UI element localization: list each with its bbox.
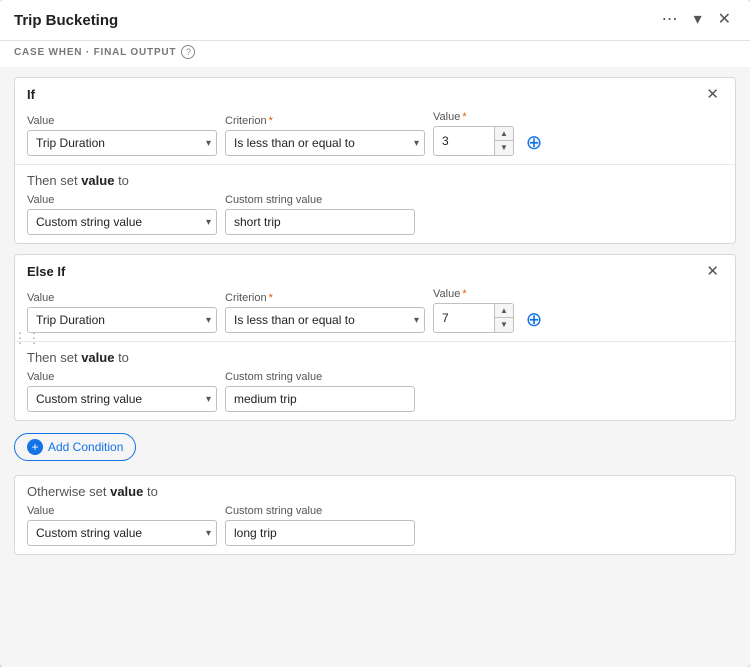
else-if-then-row: Value Custom string value ▾ Custom strin… [27, 371, 723, 412]
else-if-criterion-required: * [269, 292, 273, 304]
close-icon: ✕ [706, 263, 719, 280]
else-if-then-value-select-wrapper: Custom string value ▾ [27, 386, 217, 412]
close-modal-button[interactable]: ✕ [713, 10, 736, 30]
else-if-value-increment-button[interactable]: ▲ [495, 304, 513, 318]
else-if-card-label: Else If [27, 264, 65, 279]
if-add-condition-button[interactable]: ⊕ [522, 128, 546, 156]
else-if-condition-row: Value Trip Duration Custom string value … [15, 284, 735, 341]
if-then-value-field-group: Value Custom string value ▾ [27, 194, 217, 235]
else-if-criterion-field-group: Criterion* Is less than or equal to Is g… [225, 292, 425, 333]
plus-circle-icon: ⊕ [526, 307, 543, 332]
otherwise-row: Value Custom string value ▾ Custom strin… [27, 505, 723, 546]
otherwise-value-select-wrapper: Custom string value ▾ [27, 520, 217, 546]
else-if-criterion-label: Criterion* [225, 292, 425, 304]
if-then-label: Then set value to [27, 173, 723, 188]
modal-header: Trip Bucketing ⋯ ▾ ✕ [0, 0, 750, 41]
more-options-button[interactable]: ⋯ [657, 10, 683, 30]
else-if-then-value-label: Value [27, 371, 217, 383]
if-value-input-wrapper: ▲ ▼ [433, 126, 514, 156]
if-criterion-field-group: Criterion* Is less than or equal to Is g… [225, 115, 425, 156]
otherwise-text-input[interactable] [225, 520, 415, 546]
if-then-custom-label: Custom string value [225, 194, 415, 206]
otherwise-value-select[interactable]: Custom string value [27, 520, 217, 546]
if-value-decrement-button[interactable]: ▼ [495, 141, 513, 155]
otherwise-section: Otherwise set value to Value Custom stri… [14, 475, 736, 555]
plus-circle-icon: ⊕ [526, 130, 543, 155]
else-if-then-value-select[interactable]: Custom string value [27, 386, 217, 412]
otherwise-value-label: Value [27, 505, 217, 517]
else-if-value-stepper: ▲ ▼ [494, 304, 513, 332]
if-then-text-input[interactable] [225, 209, 415, 235]
modal-body: If ✕ Value Trip Duration Custom string v… [0, 67, 750, 667]
add-condition-label: Add Condition [48, 440, 123, 454]
if-criterion-select-wrapper: Is less than or equal to Is greater than… [225, 130, 425, 156]
else-if-value-input-wrapper: ▲ ▼ [433, 303, 514, 333]
else-if-value-select[interactable]: Trip Duration Custom string value [27, 307, 217, 333]
else-if-then-text-input[interactable] [225, 386, 415, 412]
add-condition-row: + Add Condition [14, 431, 736, 463]
else-if-value-decrement-button[interactable]: ▼ [495, 318, 513, 332]
if-value-stepper: ▲ ▼ [494, 127, 513, 155]
if-then-value-select-wrapper: Custom string value ▾ [27, 209, 217, 235]
collapse-button[interactable]: ▾ [689, 10, 707, 30]
else-if-value-select-wrapper: Trip Duration Custom string value ▾ [27, 307, 217, 333]
otherwise-custom-label: Custom string value [225, 505, 415, 517]
if-value-input[interactable] [434, 129, 494, 153]
else-if-then-custom-field-group: Custom string value [225, 371, 415, 412]
add-condition-plus-icon: + [27, 439, 43, 455]
if-card-label: If [27, 87, 35, 102]
else-if-then-label: Then set value to [27, 350, 723, 365]
else-if-then-value-field-group: Value Custom string value ▾ [27, 371, 217, 412]
if-criterion-label: Criterion* [225, 115, 425, 127]
else-if-card-header: Else If ✕ [15, 255, 735, 284]
if-value2-required: * [462, 111, 466, 123]
if-card-header: If ✕ [15, 78, 735, 107]
else-if-value2-label: Value* [433, 288, 514, 300]
else-if-add-condition-button[interactable]: ⊕ [522, 305, 546, 333]
else-if-criterion-select[interactable]: Is less than or equal to Is greater than… [225, 307, 425, 333]
if-value2-label: Value* [433, 111, 514, 123]
if-value-select[interactable]: Trip Duration Custom string value [27, 130, 217, 156]
else-if-value-input[interactable] [434, 306, 494, 330]
close-icon: ✕ [706, 86, 719, 103]
more-icon: ⋯ [662, 11, 678, 28]
else-if-card-close-button[interactable]: ✕ [702, 263, 723, 280]
otherwise-value-field-group: Value Custom string value ▾ [27, 505, 217, 546]
if-then-section: Then set value to Value Custom string va… [15, 164, 735, 243]
help-icon[interactable]: ? [181, 45, 195, 59]
otherwise-custom-field-group: Custom string value [225, 505, 415, 546]
else-if-card: ⋮⋮ Else If ✕ Value Trip Duration Custom … [14, 254, 736, 421]
else-if-criterion-select-wrapper: Is less than or equal to Is greater than… [225, 307, 425, 333]
if-criterion-select[interactable]: Is less than or equal to Is greater than… [225, 130, 425, 156]
else-if-then-section: Then set value to Value Custom string va… [15, 341, 735, 420]
if-value2-field-group: Value* ▲ ▼ [433, 111, 514, 156]
otherwise-label: Otherwise set value to [27, 484, 723, 499]
if-value-increment-button[interactable]: ▲ [495, 127, 513, 141]
if-condition-row: Value Trip Duration Custom string value … [15, 107, 735, 164]
if-value-field-group: Value Trip Duration Custom string value … [27, 115, 217, 156]
modal-title: Trip Bucketing [14, 12, 657, 29]
chevron-down-icon: ▾ [694, 11, 702, 28]
else-if-value2-required: * [462, 288, 466, 300]
if-card-close-button[interactable]: ✕ [702, 86, 723, 103]
else-if-value2-field-group: Value* ▲ ▼ [433, 288, 514, 333]
subtitle-row: CASE WHEN · FINAL OUTPUT ? [0, 41, 750, 67]
subtitle-text: CASE WHEN · FINAL OUTPUT [14, 47, 176, 58]
else-if-then-custom-label: Custom string value [225, 371, 415, 383]
if-then-value-label: Value [27, 194, 217, 206]
if-card: If ✕ Value Trip Duration Custom string v… [14, 77, 736, 244]
else-if-value-label: Value [27, 292, 217, 304]
if-then-row: Value Custom string value ▾ Custom strin… [27, 194, 723, 235]
trip-bucketing-modal: Trip Bucketing ⋯ ▾ ✕ CASE WHEN · FINAL O… [0, 0, 750, 667]
header-icons: ⋯ ▾ ✕ [657, 10, 736, 30]
close-icon: ✕ [718, 11, 731, 28]
if-then-custom-field-group: Custom string value [225, 194, 415, 235]
if-value-select-wrapper: Trip Duration Custom string value ▾ [27, 130, 217, 156]
if-value-label: Value [27, 115, 217, 127]
if-then-value-select[interactable]: Custom string value [27, 209, 217, 235]
if-criterion-required: * [269, 115, 273, 127]
else-if-value-field-group: Value Trip Duration Custom string value … [27, 292, 217, 333]
add-condition-button[interactable]: + Add Condition [14, 433, 136, 461]
